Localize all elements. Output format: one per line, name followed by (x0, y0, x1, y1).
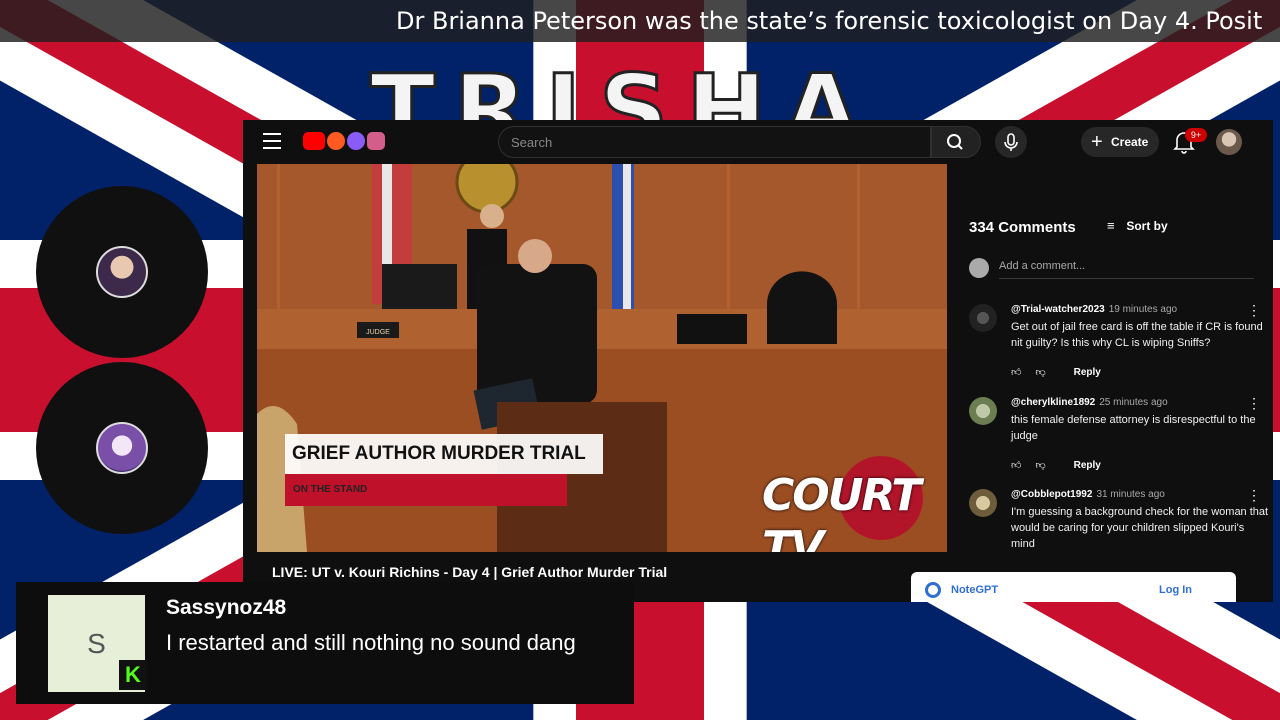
dislike-icon[interactable]: 👎︎ (1035, 459, 1045, 471)
search-button[interactable] (931, 126, 981, 158)
sort-label: Sort by (1126, 219, 1168, 233)
search-input[interactable]: Search (498, 126, 931, 158)
create-button[interactable]: + Create (1081, 127, 1159, 157)
comment-text: Get out of jail free card is off the tab… (1011, 321, 1263, 349)
avatar-blonde-icon (96, 246, 148, 298)
add-comment-input[interactable]: Add a comment... (999, 258, 1254, 279)
reply-button[interactable]: Reply (1074, 460, 1101, 471)
video-player[interactable]: JUDGE GRIEF AUTHOR MURDER TRIAL ON THE S… (257, 164, 947, 552)
account-avatar[interactable] (1216, 129, 1242, 155)
comment-count: 334 Comments (969, 219, 1076, 236)
youtube-logo[interactable] (303, 132, 385, 150)
lower-third-subtitle: ON THE STAND (285, 474, 567, 506)
more-options-icon[interactable]: ⋮ (1247, 396, 1261, 410)
comment-avatar[interactable] (969, 304, 997, 332)
webcam-circle-1 (36, 186, 208, 358)
more-options-icon[interactable]: ⋮ (1247, 303, 1261, 317)
comment-time[interactable]: 25 minutes ago (1099, 397, 1167, 408)
comment-avatar[interactable] (969, 489, 997, 517)
kick-platform-icon: K (119, 660, 147, 690)
comment-text: I'm guessing a background check for the … (1011, 506, 1269, 550)
sort-icon: ≡ (1107, 218, 1115, 233)
video-title: LIVE: UT v. Kouri Richins - Day 4 | Grie… (272, 564, 668, 580)
notification-count-badge: 9+ (1185, 128, 1207, 142)
comment-time[interactable]: 31 minutes ago (1096, 489, 1164, 500)
microphone-icon (1004, 133, 1018, 151)
chat-message-overlay: S K Sassynoz48 I restarted and still not… (16, 582, 634, 704)
commenter-avatar (969, 258, 989, 278)
avatar-anime-icon (96, 422, 148, 474)
judge-nameplate: JUDGE (366, 329, 390, 336)
lower-third-title: GRIEF AUTHOR MURDER TRIAL (285, 434, 603, 474)
sort-by-button[interactable]: ≡ Sort by (1107, 218, 1168, 233)
comment-avatar[interactable] (969, 397, 997, 425)
dislike-icon[interactable]: 👎︎ (1035, 366, 1045, 378)
like-icon[interactable]: 👍︎ (1011, 459, 1021, 471)
comment-author[interactable]: @cherylkline1892 (1011, 397, 1095, 408)
ticker-text: Dr Brianna Peterson was the state’s fore… (396, 7, 1263, 35)
notegpt-logo-icon (925, 582, 941, 598)
like-icon[interactable]: 👍︎ (1011, 366, 1021, 378)
notegpt-label[interactable]: NoteGPT (951, 584, 998, 596)
comment-author[interactable]: @Cobblepot1992 (1011, 489, 1092, 500)
comment-author[interactable]: @Trial-watcher2023 (1011, 304, 1105, 315)
youtube-window: Search + Create 9+ JUDGE GRIEF AUTHOR MU… (243, 120, 1273, 602)
search-icon (947, 134, 963, 150)
lower-third-graphic: GRIEF AUTHOR MURDER TRIAL ON THE STAND (285, 434, 605, 506)
more-options-icon[interactable]: ⋮ (1247, 488, 1261, 502)
hamburger-menu-icon[interactable] (263, 133, 281, 149)
chat-message-text: I restarted and still nothing no sound d… (166, 630, 576, 655)
create-label: Create (1111, 135, 1149, 149)
comment-text: this female defense attorney is disrespe… (1011, 414, 1256, 442)
notegpt-login-button[interactable]: Log In (1159, 584, 1192, 596)
youtube-header: Search + Create 9+ (243, 120, 1273, 164)
plus-icon: + (1091, 131, 1103, 153)
chat-username: Sassynoz48 (166, 596, 287, 619)
news-ticker: Dr Brianna Peterson was the state’s fore… (0, 0, 1280, 42)
voice-search-button[interactable] (995, 126, 1027, 158)
reply-button[interactable]: Reply (1074, 367, 1101, 378)
court-tv-watermark: COURT TV (762, 470, 921, 552)
notegpt-extension-bar: NoteGPT Log In (911, 572, 1236, 602)
comments-panel: 334 Comments ≡ Sort by Add a comment... … (969, 164, 1269, 602)
comment-time[interactable]: 19 minutes ago (1109, 304, 1177, 315)
webcam-circle-2 (36, 362, 208, 534)
